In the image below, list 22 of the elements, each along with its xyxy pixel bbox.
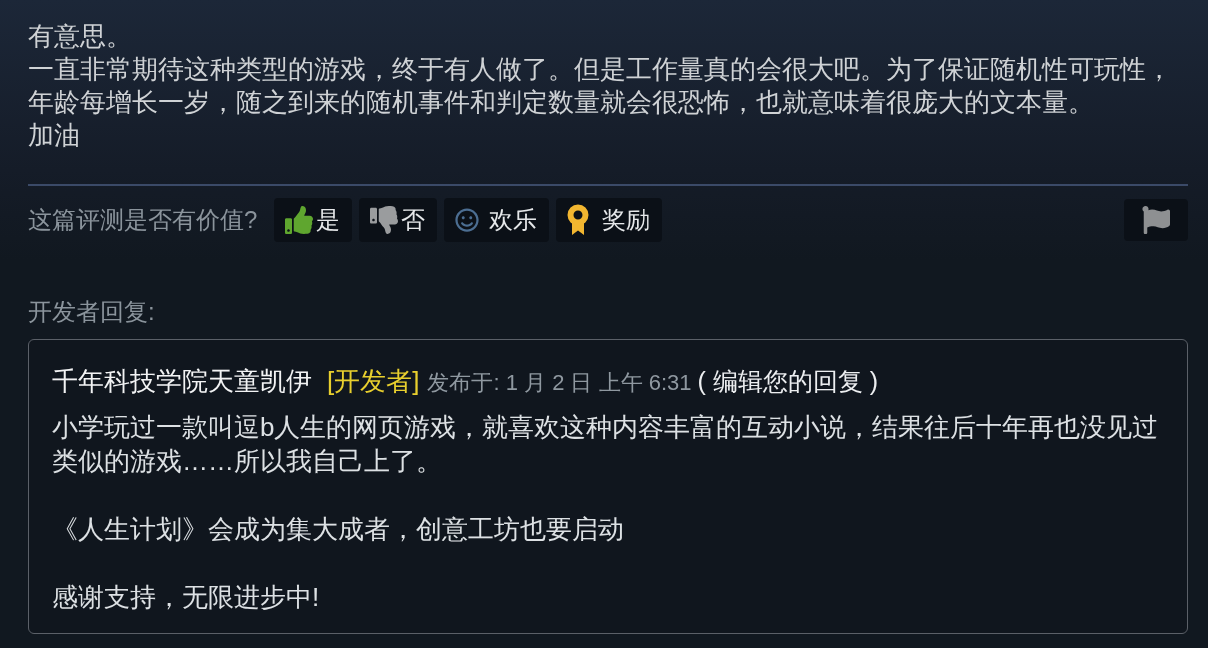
report-button[interactable] xyxy=(1124,199,1188,241)
vote-button[interactable]: 是 xyxy=(274,198,353,242)
helpful-prompt: 这篇评测是否有价值? xyxy=(28,205,258,235)
response-heading: 开发者回复: xyxy=(28,297,155,327)
response-paragraph: 感谢支持，无限进步中! xyxy=(52,581,321,614)
edit-reply-link[interactable]: ( 编辑您的回复 ) xyxy=(697,364,879,398)
response-paragraph: 小学玩过一款叫逗b人生的网页游戏，就喜欢这种内容丰富的互动小说，结果往后十年再也没见过类似的游戏……所以我自己上了。 xyxy=(52,411,1160,478)
flag-icon xyxy=(1141,206,1171,234)
thumbs-up-icon xyxy=(285,206,314,234)
author-name: 千年科技学院天童凯伊 xyxy=(52,365,312,398)
review-paragraph: 一直非常期待这种类型的游戏，终于有人做了。但是工作量真的会很大吧。为了保证随机性可玩性，年龄每增长一岁，随之到来的随机事件和判定数量就会很恐怖，也就意味着很庞大的文本量。 xyxy=(28,53,1173,119)
response-paragraph: 《人生计划》会成为集大成者，创意工坊也要启动 xyxy=(52,513,625,546)
award-ribbon-icon xyxy=(567,204,590,236)
review-paragraph: 加油 xyxy=(28,119,81,152)
vote-button[interactable]: 否 xyxy=(359,198,438,242)
thumbs-down-icon xyxy=(370,206,399,234)
vote-button[interactable]: 奖励 xyxy=(556,198,663,242)
smiley-icon xyxy=(455,208,480,232)
review-paragraph: 有意思。 xyxy=(28,20,133,53)
vote-button[interactable]: 欢乐 xyxy=(444,198,550,242)
posted-date: 发布于: 1 月 2 日 上午 6:31 xyxy=(427,369,692,397)
developer-label: [开发者] xyxy=(327,365,420,398)
